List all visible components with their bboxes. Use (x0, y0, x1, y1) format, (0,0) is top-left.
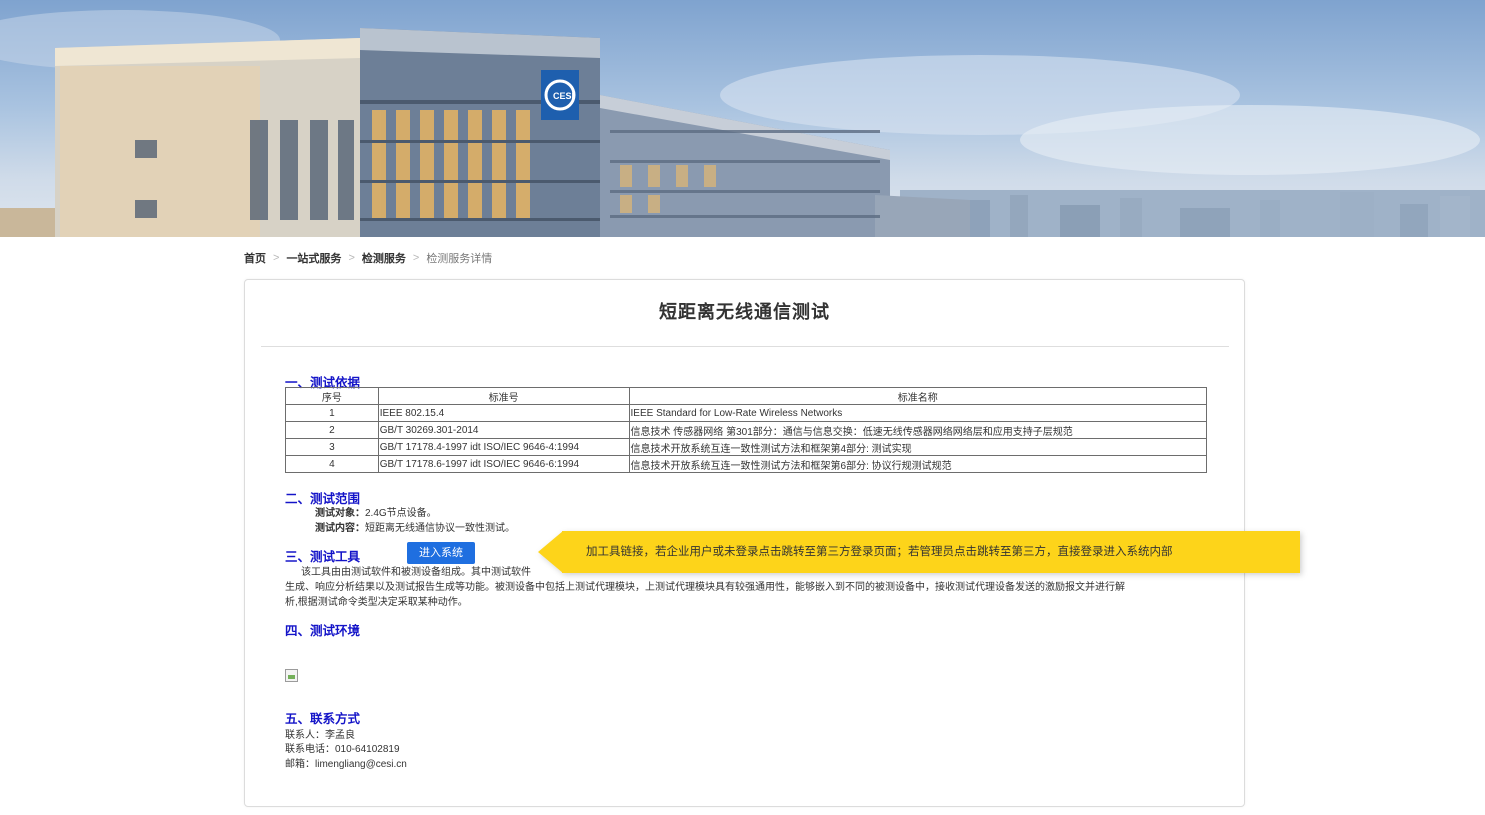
broken-image-icon (285, 669, 298, 682)
table-row: 1 IEEE 802.15.4 IEEE Standard for Low-Ra… (285, 404, 1208, 422)
scope-object-value: 2.4G节点设备。 (365, 508, 437, 519)
scope-object-label: 测试对象： (315, 508, 365, 519)
scope-content-label: 测试内容： (315, 523, 365, 534)
scope-object-line: 测试对象：2.4G节点设备。 (315, 504, 437, 519)
cell-name: IEEE Standard for Low-Rate Wireless Netw… (628, 404, 1208, 422)
tool-description-line-1: 该工具由由测试软件和被测设备组成。其中测试软件 (301, 567, 531, 578)
tool-description-line-2: 生成、响应分析结果以及测试报告生成等功能。被测设备中包括上测试代理模块，上测试代… (285, 582, 1125, 593)
table-row: 4 GB/T 17178.6-1997 idt ISO/IEC 9646-6:1… (285, 455, 1208, 473)
banner-building-image: CESI (0, 10, 1485, 237)
section-heading-contact: 五、联系方式 (285, 711, 361, 726)
contact-person: 联系人：李孟良 (285, 730, 355, 741)
table-row: 2 GB/T 30269.301-2014 信息技术 传感器网络 第301部分：… (285, 421, 1208, 439)
annotation-callout: 加工具链接，若企业用户或未登录点击跳转至第三方登录页面；若管理员点击跳转至第三方… (538, 531, 1300, 573)
callout-text: 加工具链接，若企业用户或未登录点击跳转至第三方登录页面；若管理员点击跳转至第三方… (586, 546, 1173, 558)
column-header-name: 标准名称 (628, 387, 1208, 405)
scope-content-value: 短距离无线通信协议一致性测试。 (365, 523, 515, 534)
tool-description-line-3: 析,根据测试命令类型决定采取某种动作。 (285, 597, 468, 608)
breadcrumb-current: 检测服务详情 (426, 253, 493, 265)
svg-text:CESI: CESI (553, 91, 574, 101)
callout-arrow-icon (538, 531, 563, 573)
cell-name: 信息技术 传感器网络 第301部分：通信与信息交换：低速无线传感器网络网络层和应… (628, 421, 1208, 439)
header-banner: CESI (0, 0, 1485, 237)
breadcrumb-chevron-icon: > (273, 252, 280, 264)
enter-system-button[interactable]: 进入系统 (407, 542, 475, 564)
cell-no: 3 (285, 438, 379, 456)
breadcrumb-home-link[interactable]: 首页 (244, 250, 266, 266)
breadcrumb-service-link[interactable]: 一站式服务 (286, 250, 341, 266)
cell-code: IEEE 802.15.4 (377, 404, 630, 422)
cell-code: GB/T 17178.4-1997 idt ISO/IEC 9646-4:199… (377, 438, 630, 456)
page-title: 短距离无线通信测试 (659, 302, 830, 322)
standards-table: 序号 标准号 标准名称 1 IEEE 802.15.4 IEEE Standar… (285, 387, 1208, 473)
title-divider (261, 346, 1229, 347)
cell-no: 2 (285, 421, 379, 439)
table-header-row: 序号 标准号 标准名称 (285, 387, 1208, 405)
cell-no: 4 (285, 455, 379, 473)
cell-name: 信息技术开放系统互连一致性测试方法和框架第4部分: 测试实现 (628, 438, 1208, 456)
column-header-no: 序号 (285, 387, 379, 405)
breadcrumb-testing-link[interactable]: 检测服务 (362, 250, 406, 266)
breadcrumb-chevron-icon: > (412, 252, 420, 264)
breadcrumb: 首页 > 一站式服务 > 检测服务 > 检测服务详情 (244, 250, 492, 266)
table-row: 3 GB/T 17178.4-1997 idt ISO/IEC 9646-4:1… (285, 438, 1208, 456)
scope-content-line: 测试内容：短距离无线通信协议一致性测试。 (315, 519, 515, 534)
cell-code: GB/T 17178.6-1997 idt ISO/IEC 9646-6:199… (377, 455, 630, 473)
section-heading-env: 四、测试环境 (285, 623, 361, 638)
contact-phone: 联系电话：010-64102819 (285, 744, 400, 755)
cell-name: 信息技术开放系统互连一致性测试方法和框架第6部分: 协议行规测试规范 (628, 455, 1208, 473)
column-header-code: 标准号 (377, 387, 630, 405)
cell-no: 1 (285, 404, 379, 422)
breadcrumb-chevron-icon: > (348, 252, 355, 264)
contact-email: 邮箱：limengliang@cesi.cn (285, 759, 407, 770)
cell-code: GB/T 30269.301-2014 (377, 421, 630, 439)
